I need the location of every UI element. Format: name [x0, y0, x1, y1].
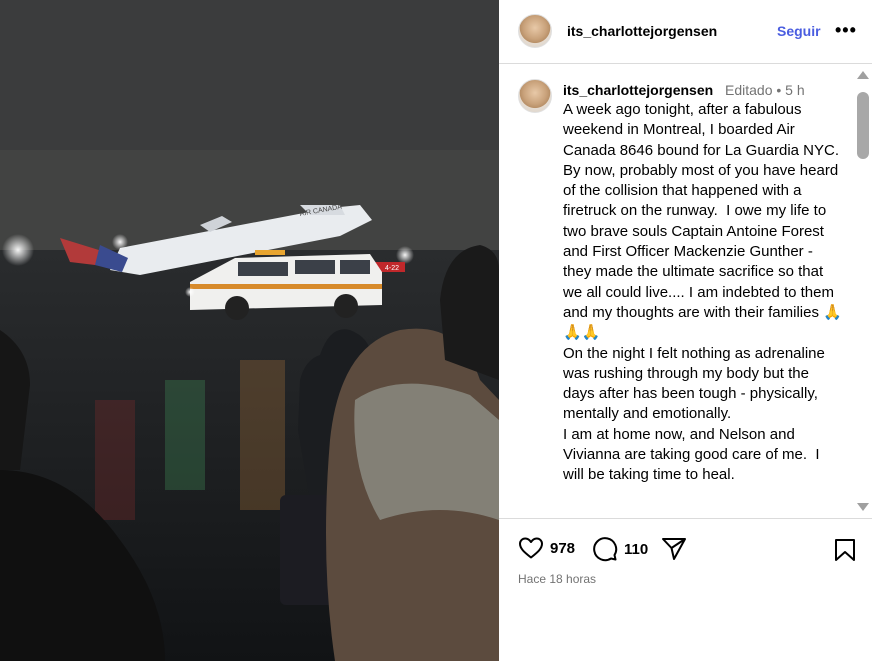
edited-timestamp: Editado • 5 h	[725, 82, 805, 98]
scroll-up-arrow-icon[interactable]	[857, 71, 869, 79]
share-button[interactable]	[661, 536, 687, 562]
photo-scene: AIR CANADA 4-22	[0, 0, 499, 661]
post-header: its_charlottejorgensen Seguir •••	[499, 0, 872, 64]
paper-plane-icon	[662, 538, 686, 560]
caption-text: A week ago tonight, after a fabulous wee…	[563, 101, 842, 484]
scroll-down-arrow-icon[interactable]	[857, 503, 869, 511]
scrollbar-thumb[interactable]	[857, 92, 869, 159]
save-button[interactable]	[834, 538, 856, 567]
heart-icon	[519, 537, 543, 559]
like-count: 978	[550, 539, 576, 557]
more-options-icon[interactable]: •••	[835, 20, 857, 41]
caption-username[interactable]: its_charlottejorgensen	[563, 82, 713, 98]
comment-count: 110	[624, 540, 649, 558]
post-detail-panel: its_charlottejorgensen Seguir ••• its_ch…	[499, 0, 872, 661]
post-photo[interactable]: AIR CANADA 4-22	[0, 0, 499, 661]
scrollbar[interactable]	[854, 66, 872, 518]
header-username[interactable]: its_charlottejorgensen	[567, 23, 717, 39]
caption-avatar[interactable]	[518, 79, 552, 113]
like-button[interactable]: 978	[518, 536, 575, 560]
follow-button[interactable]: Seguir	[777, 23, 821, 39]
post-actions: 978 110 Hace 18 horas	[499, 518, 872, 661]
runway-sign-text: 4-22	[385, 265, 399, 272]
comment-button[interactable]: 110	[592, 536, 648, 562]
comments-scroll-area[interactable]: its_charlottejorgensen Editado • 5 h A w…	[499, 65, 872, 517]
bookmark-icon	[835, 539, 855, 561]
post-time: Hace 18 horas	[518, 572, 597, 586]
avatar[interactable]	[518, 14, 552, 48]
comment-bubble-icon	[593, 537, 618, 562]
